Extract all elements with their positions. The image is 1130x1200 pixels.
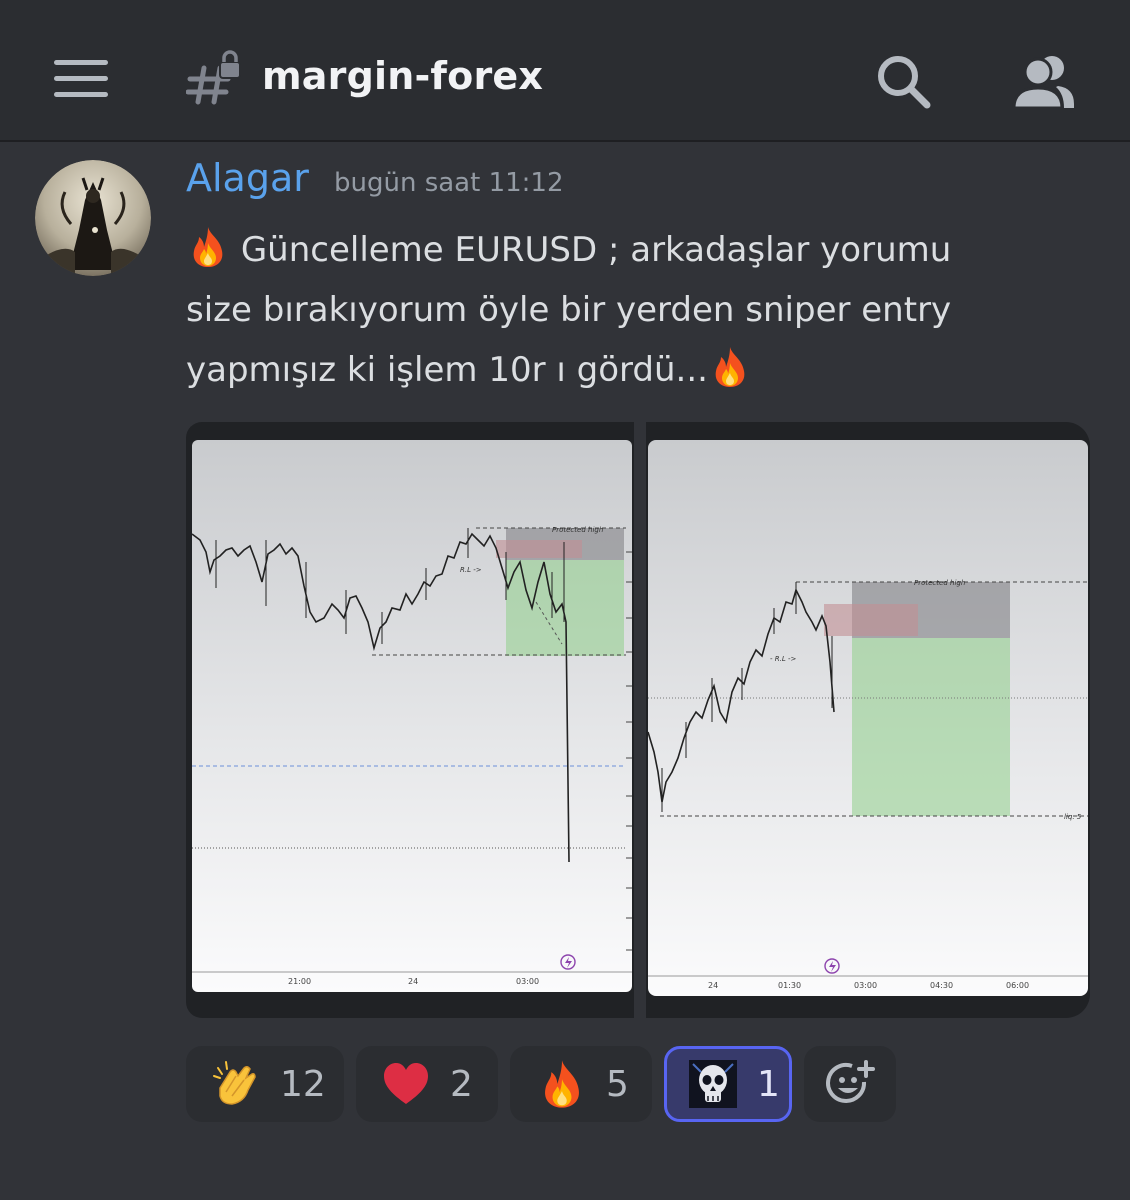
add-reaction-button[interactable] (804, 1046, 896, 1122)
message-text-line: yapmışız ki işlem 10r ı gördü... (186, 350, 708, 390)
fire-emoji-icon (715, 347, 745, 387)
chart-label: Protected high (552, 526, 603, 534)
reaction-clap[interactable]: 12 (186, 1046, 344, 1122)
chart-screenshot-1: Protected high R.L -> 21:00 24 03:00 (191, 440, 632, 992)
chart-label: R.L -> (460, 566, 482, 574)
reaction-count: 12 (280, 1063, 326, 1105)
clapping-hands-icon (213, 1061, 256, 1105)
message-line-3: yapmışız ki işlem 10r ı gördü... (186, 340, 1086, 400)
message-timestamp: bugün saat 11:12 (334, 168, 564, 198)
reaction-count: 2 (450, 1063, 473, 1105)
chart-label: liq. 5 (1064, 813, 1082, 821)
chart-screenshot-2: Protected high - R.L -> liq. 5 24 01:30 … (647, 440, 1088, 996)
channel-header: margin-forex (0, 0, 1130, 142)
hamburger-menu-icon[interactable] (54, 60, 108, 98)
locked-channel-icon (186, 50, 241, 105)
time-axis-label: 03:00 (854, 981, 877, 990)
time-axis-label: 21:00 (288, 977, 311, 986)
message-text-line: Güncelleme EURUSD ; arkadaşlar yorumu (240, 230, 952, 270)
user-avatar[interactable] (35, 160, 151, 276)
time-axis-label: 03:00 (516, 977, 539, 986)
members-icon[interactable] (1010, 52, 1076, 110)
add-reaction-icon (826, 1060, 875, 1103)
time-axis-label: 24 (708, 981, 718, 990)
reaction-count: 5 (606, 1063, 629, 1105)
time-axis-label: 06:00 (1006, 981, 1029, 990)
time-axis-label: 24 (408, 977, 418, 986)
take-profit-zone (506, 560, 624, 656)
reaction-count: 1 (757, 1063, 780, 1105)
time-axis-label: 01:30 (778, 981, 801, 990)
entry-zone (496, 540, 582, 558)
image-attachment-2[interactable]: Protected high - R.L -> liq. 5 24 01:30 … (646, 422, 1090, 1018)
message-author[interactable]: Alagar (186, 156, 309, 200)
channel-name: margin-forex (262, 54, 544, 98)
chart-label: - R.L -> (770, 655, 796, 663)
image-attachment-1[interactable]: Protected high R.L -> 21:00 24 03:00 (186, 422, 634, 1018)
message-line-2: size bırakıyorum öyle bir yerden sniper … (186, 290, 952, 330)
search-icon[interactable] (874, 52, 932, 110)
message-line-1: Güncelleme EURUSD ; arkadaşlar yorumu (186, 220, 1086, 280)
reaction-heart[interactable]: 2 (356, 1046, 498, 1122)
custom-skull-emoji-icon (689, 1060, 737, 1108)
take-profit-zone (852, 638, 1010, 816)
entry-zone (824, 604, 918, 636)
reaction-custom-skull[interactable]: 1 (664, 1046, 792, 1122)
message-content: Güncelleme EURUSD ; arkadaşlar yorumu si… (186, 220, 1086, 400)
time-axis-label: 04:30 (930, 981, 953, 990)
reaction-fire[interactable]: 5 (510, 1046, 652, 1122)
red-heart-icon (384, 1063, 428, 1104)
fire-emoji-icon (193, 227, 223, 267)
chart-label: Protected high (914, 579, 965, 587)
fire-emoji-icon (545, 1060, 579, 1108)
